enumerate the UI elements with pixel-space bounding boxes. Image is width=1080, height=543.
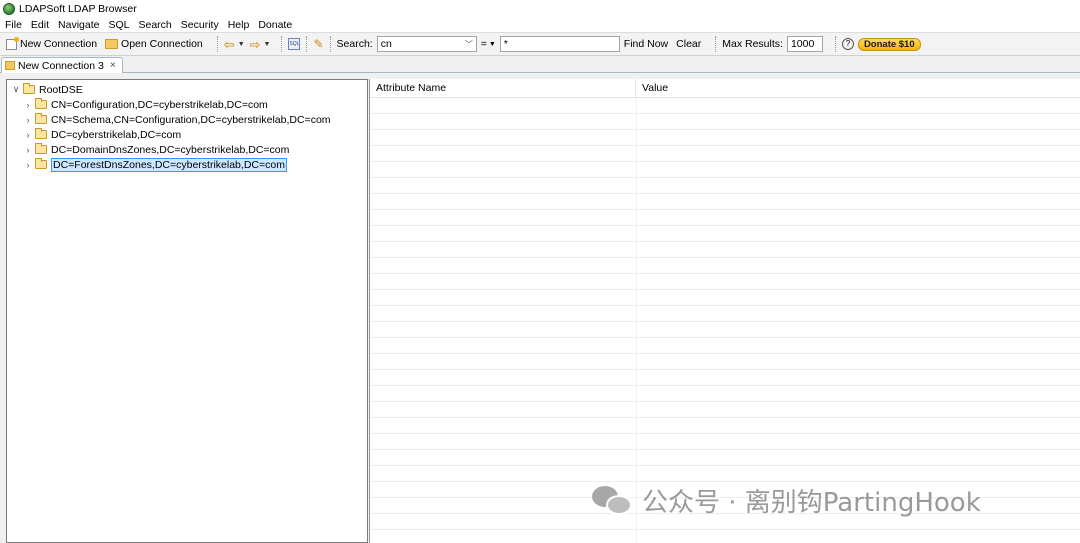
toolbar-separator [216,36,218,52]
tree-item[interactable]: › CN=Schema,CN=Configuration,DC=cyberstr… [23,112,331,127]
menu-help[interactable]: Help [228,19,250,31]
find-now-button[interactable]: Find Now [624,38,668,50]
chevron-right-icon[interactable]: › [23,145,33,155]
max-results-label: Max Results: [722,38,783,50]
tab-label: New Connection 3 [18,59,104,72]
tab-new-connection-3[interactable]: New Connection 3 × [1,57,123,73]
search-label: Search: [336,38,373,50]
help-icon[interactable]: ? [841,38,854,50]
folder-icon [35,158,47,169]
attribute-grid[interactable]: Attribute Name Value [369,79,1080,543]
close-icon[interactable]: × [110,60,116,71]
tree-item[interactable]: › CN=Configuration,DC=cyberstrikelab,DC=… [23,97,268,112]
tree-item-label: CN=Configuration,DC=cyberstrikelab,DC=co… [51,98,268,111]
chevron-down-icon: ﹀ [464,39,473,49]
menu-file[interactable]: File [5,19,22,31]
menu-bar: File Edit Navigate SQL Search Security H… [0,17,1080,32]
tree-item-label: DC=ForestDnsZones,DC=cyberstrikelab,DC=c… [51,157,287,172]
clear-button[interactable]: Clear [676,38,701,50]
new-connection-label: New Connection [20,38,98,50]
search-attribute-value: cn [380,38,392,50]
toolbar-separator [715,36,717,52]
column-header-attribute-name[interactable]: Attribute Name [370,79,636,98]
title-bar: LDAPSoft LDAP Browser [0,0,1080,17]
open-connection-label: Open Connection [121,38,203,50]
grid-header: Attribute Name Value [370,79,1080,98]
new-connection-button[interactable]: New Connection [6,36,98,50]
chevron-right-icon[interactable]: › [23,100,33,110]
donate-button[interactable]: Donate $10 [857,37,921,51]
edit-pencil-icon[interactable]: ✎ [313,37,323,51]
toolbar-separator [306,36,308,52]
chevron-right-icon[interactable]: › [23,160,33,170]
grid-empty-rows [370,98,1080,543]
max-results-input[interactable] [786,36,823,52]
menu-edit[interactable]: Edit [31,19,49,31]
watermark: 公众号 · 离别钩PartingHook [592,483,981,518]
new-connection-icon [6,36,19,50]
toolbar-separator [281,36,283,52]
menu-sql[interactable]: SQL [108,19,129,31]
chevron-down-icon[interactable]: ∨ [11,84,21,95]
tree-item-label: DC=DomainDnsZones,DC=cyberstrikelab,DC=c… [51,143,290,156]
back-dropdown-icon[interactable]: ▼ [238,41,245,48]
toolbar-separator [329,36,331,52]
menu-security[interactable]: Security [181,19,219,31]
menu-navigate[interactable]: Navigate [58,19,99,31]
app-logo-icon [3,2,15,15]
menu-search[interactable]: Search [138,19,171,31]
folder-icon [35,98,47,109]
ldap-tree-panel[interactable]: ∨ RootDSE › CN=Configuration,DC=cyberstr… [6,79,368,543]
sql-query-icon[interactable]: SQL [288,38,301,50]
toolbar-separator [834,36,836,52]
operator-dropdown-icon[interactable]: ▼ [489,41,496,48]
forward-arrow-icon[interactable]: ⇨ [250,38,261,51]
tree-item[interactable]: › DC=DomainDnsZones,DC=cyberstrikelab,DC… [23,142,289,157]
search-value-input[interactable] [499,36,620,52]
tree-item[interactable]: › DC=cyberstrikelab,DC=com [23,127,181,142]
main-content: ∨ RootDSE › CN=Configuration,DC=cyberstr… [0,73,1080,543]
tree-item-label: DC=cyberstrikelab,DC=com [51,128,182,141]
folder-icon [35,113,47,124]
connection-tab-icon [5,61,15,70]
chevron-right-icon[interactable]: › [23,115,33,125]
tree-item-label: RootDSE [39,83,83,96]
open-connection-button[interactable]: Open Connection [105,38,203,50]
menu-donate[interactable]: Donate [258,19,292,31]
folder-icon [35,143,47,154]
column-divider [636,98,637,543]
operator-select[interactable]: = [481,38,487,50]
tree-item-label: CN=Schema,CN=Configuration,DC=cyberstrik… [51,113,331,126]
back-arrow-icon[interactable]: ⇦ [224,38,235,51]
column-header-value[interactable]: Value [636,79,1080,98]
search-attribute-select[interactable]: cn ﹀ [376,36,477,52]
wechat-icon [592,484,634,516]
toolbar: New Connection Open Connection ⇦ ▼ ⇨ ▼ S… [0,32,1080,56]
folder-icon [23,83,35,94]
open-folder-icon [105,39,119,49]
window-title: LDAPSoft LDAP Browser [19,2,137,15]
folder-icon [35,128,47,139]
chevron-right-icon[interactable]: › [23,130,33,140]
forward-dropdown-icon[interactable]: ▼ [264,41,271,48]
tree-item-selected[interactable]: › DC=ForestDnsZones,DC=cyberstrikelab,DC… [23,157,287,172]
tab-bar: New Connection 3 × [0,56,1080,73]
watermark-text: 公众号 · 离别钩PartingHook [642,487,981,518]
tree-item-root[interactable]: ∨ RootDSE [11,82,83,97]
